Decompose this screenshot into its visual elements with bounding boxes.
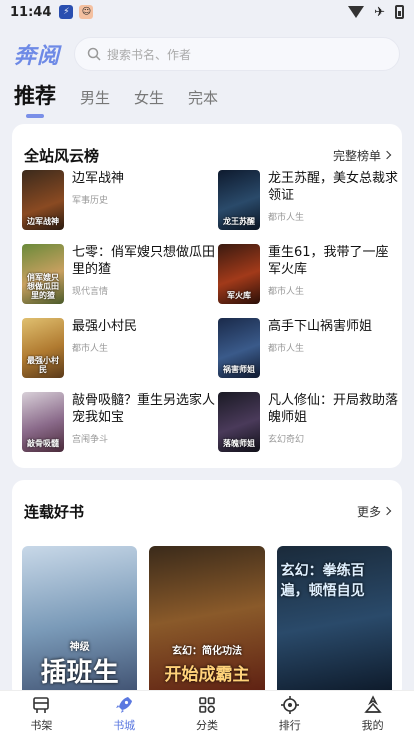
cover-subtitle: 玄幻：简化功法 [171, 646, 242, 657]
category-tabs: 推荐 男生 女生 完本 [0, 78, 414, 118]
book-genre: 都市人生 [268, 213, 305, 223]
ranking-title: 全站风云榜 [24, 146, 100, 165]
cover-title: 玄幻：拳练百遍，顿悟自见 [280, 563, 365, 599]
book-cover: 敲骨吸髓 [22, 392, 64, 452]
ranking-card: 全站风云榜 完整榜单 边军战神 边军战神 军事历史 龙王苏醒 龙王苏醒，美女总裁… [12, 124, 402, 468]
book-genre: 宫闱争斗 [72, 435, 109, 445]
book-cover[interactable]: 玄幻：拳练百遍，顿悟自见 [276, 546, 392, 700]
ranking-icon [280, 695, 299, 714]
nav-bookshelf-label: 书架 [30, 718, 53, 732]
category-icon [199, 696, 215, 713]
book-cover: 军火库 [218, 244, 260, 304]
battery-icon [395, 5, 404, 19]
ranking-item[interactable]: 俏军嫂只想做瓜田里的猹 七零：俏军嫂只想做瓜田里的猹 现代言情 [22, 244, 218, 304]
bottom-nav: 书架 书城 分类 排行 我的 [0, 690, 414, 736]
app-logo: 奔阅 [14, 44, 61, 69]
search-input[interactable]: 搜索书名、作者 [74, 37, 400, 71]
chevron-right-icon [382, 150, 392, 160]
airplane-icon: ✈ [374, 4, 385, 20]
ranking-item[interactable]: 龙王苏醒 龙王苏醒，美女总裁求领证 都市人生 [218, 170, 400, 230]
book-genre: 现代言情 [72, 287, 109, 297]
ranking-item[interactable]: 军火库 重生61，我带了一座军火库 都市人生 [218, 244, 400, 304]
book-cover: 边军战神 [22, 170, 64, 230]
notification-icon: ☺ [79, 5, 94, 19]
notification-icon: ⚡ [59, 5, 74, 19]
ranking-item[interactable]: 边军战神 边军战神 军事历史 [22, 170, 218, 230]
book-cover[interactable]: 玄幻：简化功法 开始成霸主 [149, 546, 265, 700]
book-cover: 最强小村民 [22, 318, 64, 378]
ranking-item[interactable]: 祸害师姐 高手下山祸害师姐 都市人生 [218, 318, 400, 378]
chevron-right-icon [382, 506, 392, 516]
book-genre: 军事历史 [72, 196, 109, 206]
bookshelf-icon [33, 696, 50, 713]
serial-card: 连载好书 更多 神级 插班生 玄幻：简化功法 开始成霸主 玄幻：拳练百遍，顿悟自… [12, 480, 402, 700]
cover-title: 插班生 [40, 658, 119, 688]
book-cover: 祸害师姐 [218, 318, 260, 378]
book-title: 高手下山祸害师姐 [268, 319, 373, 334]
nav-ranking[interactable]: 排行 [260, 695, 320, 733]
cover-subtitle: 神级 [69, 642, 90, 653]
nav-bookstore-label: 书城 [113, 718, 136, 732]
book-cover: 俏军嫂只想做瓜田里的猹 [22, 244, 64, 304]
cover-title: 开始成霸主 [164, 665, 250, 685]
book-title: 七零：俏军嫂只想做瓜田里的猹 [72, 245, 216, 277]
book-cover: 龙王苏醒 [218, 170, 260, 230]
book-genre: 都市人生 [268, 344, 305, 354]
book-genre: 玄幻奇幻 [268, 435, 305, 445]
nav-category-label: 分类 [195, 718, 218, 732]
ranking-item[interactable]: 敲骨吸髓 敲骨吸髓？重生另选家人宠我如宝 宫闱争斗 [22, 392, 218, 452]
full-ranking-label: 完整榜单 [332, 148, 381, 163]
profile-icon [363, 694, 382, 713]
nav-profile-label: 我的 [361, 718, 384, 732]
tab-male[interactable]: 男生 [80, 87, 110, 118]
search-icon [87, 47, 101, 61]
more-label: 更多 [356, 504, 381, 519]
book-cover[interactable]: 神级 插班生 [22, 546, 138, 700]
ranking-item[interactable]: 落魄师姐 凡人修仙：开局救助落魄师姐 玄幻奇幻 [218, 392, 400, 452]
nav-bookshelf[interactable]: 书架 [11, 695, 71, 733]
header: 奔阅 搜索书名、作者 [0, 32, 414, 76]
nav-ranking-label: 排行 [278, 718, 301, 732]
nav-bookstore[interactable]: 书城 [94, 695, 154, 733]
book-title: 凡人修仙：开局救助落魄师姐 [268, 393, 399, 425]
wifi-icon [348, 6, 365, 18]
book-title: 敲骨吸髓？重生另选家人宠我如宝 [72, 393, 216, 425]
tab-recommend[interactable]: 推荐 [14, 80, 56, 118]
status-bar: 11:44 ⚡ ☺ ✈ [0, 0, 414, 24]
nav-category[interactable]: 分类 [177, 695, 237, 733]
full-ranking-link[interactable]: 完整榜单 [332, 147, 392, 164]
tab-completed[interactable]: 完本 [188, 87, 218, 118]
tab-female[interactable]: 女生 [134, 87, 164, 118]
nav-profile[interactable]: 我的 [343, 694, 403, 733]
book-title: 龙王苏醒，美女总裁求领证 [268, 171, 399, 203]
rocket-icon [116, 696, 133, 713]
status-time: 11:44 [10, 4, 52, 20]
book-cover: 落魄师姐 [218, 392, 260, 452]
serial-title: 连载好书 [24, 502, 85, 521]
book-title: 边军战神 [72, 171, 125, 186]
more-link[interactable]: 更多 [356, 503, 392, 520]
search-placeholder: 搜索书名、作者 [107, 47, 192, 62]
ranking-item[interactable]: 最强小村民 最强小村民 都市人生 [22, 318, 218, 378]
book-title: 重生61，我带了一座军火库 [268, 245, 389, 277]
book-title: 最强小村民 [72, 319, 138, 334]
book-genre: 都市人生 [72, 344, 109, 354]
book-genre: 都市人生 [268, 287, 305, 297]
